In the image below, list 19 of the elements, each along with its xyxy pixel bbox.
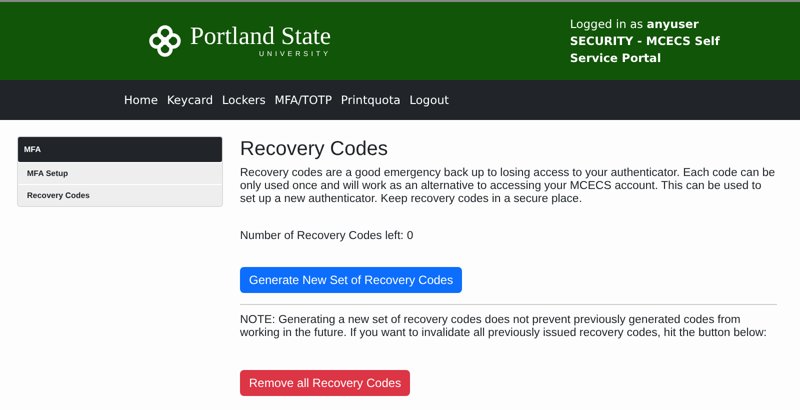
portal-title: SECURITY - MCECS Self Service Portal (570, 32, 721, 66)
sidebar-item[interactable]: Recovery Codes (18, 184, 222, 206)
sidebar-item[interactable]: MFA Setup (18, 162, 222, 184)
sidebar-heading: MFA (18, 137, 222, 162)
nav-link[interactable]: Keycard (166, 93, 214, 107)
nav-link[interactable]: Home (124, 93, 158, 107)
page-title: Recovery Codes (240, 138, 388, 161)
nav-link[interactable]: Lockers (222, 93, 266, 107)
nav-link[interactable]: Printquota (340, 93, 401, 107)
login-status: Logged in as anyuser (570, 16, 700, 32)
note-paragraph: NOTE: Generating a new set of recovery codes does not prevent previously generated codes from working in the future. If you want to invalidate all previously issued recovery codes, hit the button below: (240, 314, 768, 340)
nav-link[interactable]: MFA/TOTP (274, 93, 332, 107)
intro-paragraph: Recovery codes are a good emergency back up to losing access to your authenticator. Each code can be only used once and will work as an alternative to accessing your MCECS account. This can be used to set up a new authenticator. Keep recovery codes in a secure place. (240, 167, 776, 206)
codes-count: Number of Recovery Codes left: 0 (240, 230, 414, 243)
logo-name: Portland State (190, 24, 331, 50)
generate-codes-button[interactable]: Generate New Set of Recovery Codes (240, 267, 462, 293)
nav-link[interactable]: Logout (410, 93, 449, 107)
logo-icon (147, 23, 183, 59)
remove-codes-button[interactable]: Remove all Recovery Codes (240, 370, 410, 396)
